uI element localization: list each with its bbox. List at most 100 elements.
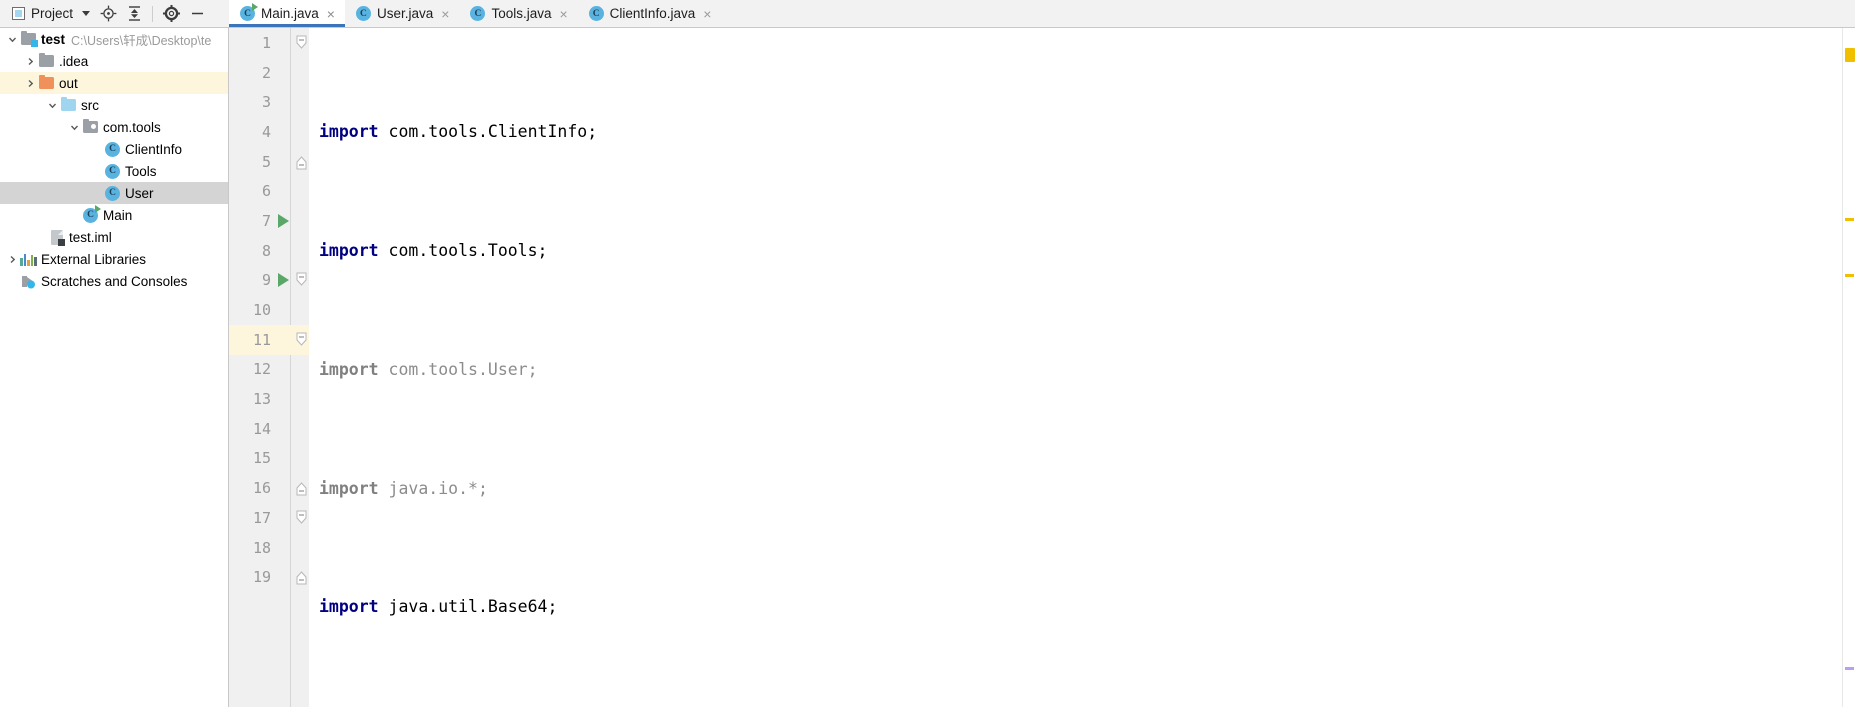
line-number: 5 bbox=[261, 152, 271, 171]
top-bar: Project C Main.java × C User.java × C To… bbox=[0, 0, 1855, 28]
chevron-down-icon[interactable] bbox=[66, 123, 82, 132]
collapse-all-icon[interactable] bbox=[122, 2, 146, 26]
tree-item-label: Scratches and Consoles bbox=[41, 273, 188, 289]
code-line-3[interactable]: import com.tools.User; bbox=[319, 355, 1842, 385]
locate-icon[interactable] bbox=[96, 2, 120, 26]
settings-gear-icon[interactable] bbox=[159, 2, 183, 26]
keyword-import: import bbox=[319, 597, 379, 617]
tree-item-test[interactable]: test C:\Users\轩成\Desktop\te bbox=[0, 28, 228, 50]
tree-item-label: Main bbox=[103, 207, 133, 223]
chevron-right-icon[interactable] bbox=[22, 79, 38, 88]
tree-item-main[interactable]: C Main bbox=[0, 204, 228, 226]
tree-item-clientinfo[interactable]: C ClientInfo bbox=[0, 138, 228, 160]
java-class-icon: C bbox=[104, 141, 121, 157]
tree-item-user[interactable]: C User bbox=[0, 182, 228, 204]
tab-close-icon[interactable]: × bbox=[327, 7, 335, 21]
gutter-line-1: 1 bbox=[229, 28, 309, 58]
line-number: 17 bbox=[252, 508, 271, 527]
tree-item-external-libraries[interactable]: External Libraries bbox=[0, 248, 228, 270]
code-text: java.io.*; bbox=[378, 478, 488, 498]
fold-region-end-icon[interactable] bbox=[293, 272, 309, 288]
code-line-5[interactable]: import java.util.Base64; bbox=[319, 592, 1842, 622]
warning-marker[interactable] bbox=[1845, 274, 1854, 277]
gutter-line-4: 4 bbox=[229, 117, 309, 147]
tab-label: Main.java bbox=[261, 6, 319, 21]
fold-region-end-icon[interactable] bbox=[293, 35, 309, 51]
tab-close-icon[interactable]: × bbox=[441, 7, 449, 21]
line-number: 12 bbox=[252, 360, 271, 379]
package-icon bbox=[82, 118, 99, 133]
java-class-icon: C bbox=[588, 6, 604, 21]
tab-user-java[interactable]: C User.java × bbox=[345, 0, 459, 27]
hide-tool-window-icon[interactable] bbox=[185, 2, 209, 26]
tree-item-test-iml[interactable]: test.iml bbox=[0, 226, 228, 248]
java-class-run-icon: C bbox=[240, 3, 258, 21]
tab-close-icon[interactable]: × bbox=[703, 7, 711, 21]
chevron-down-icon[interactable] bbox=[82, 11, 91, 16]
code-text-area[interactable]: import com.tools.ClientInfo; import com.… bbox=[309, 28, 1842, 707]
tab-tools-java[interactable]: C Tools.java × bbox=[459, 0, 577, 27]
gutter-line-6: 6 bbox=[229, 176, 309, 206]
gutter-line-3: 3 bbox=[229, 87, 309, 117]
tree-item-com-tools[interactable]: com.tools bbox=[0, 116, 228, 138]
project-tool-window-header: Project bbox=[0, 0, 229, 27]
line-number: 18 bbox=[252, 538, 271, 557]
run-icon bbox=[277, 273, 289, 288]
line-number: 8 bbox=[261, 241, 271, 260]
code-line-2[interactable]: import com.tools.Tools; bbox=[319, 236, 1842, 266]
scroll-thumb[interactable] bbox=[1845, 48, 1855, 62]
run-method-button[interactable] bbox=[273, 273, 293, 288]
fold-region-end-icon[interactable] bbox=[293, 510, 309, 526]
tree-item-src[interactable]: src bbox=[0, 94, 228, 116]
tree-item-label: External Libraries bbox=[41, 251, 147, 267]
tab-label: User.java bbox=[376, 6, 434, 21]
gutter-line-8: 8 bbox=[229, 236, 309, 266]
gutter-line-9: 9 bbox=[229, 266, 309, 296]
line-number: 7 bbox=[261, 211, 271, 230]
gutter-line-16: 16 bbox=[229, 473, 309, 503]
fold-region-end-icon[interactable] bbox=[293, 332, 309, 348]
project-view-selector[interactable]: Project bbox=[8, 4, 94, 23]
line-number: 6 bbox=[261, 182, 271, 201]
tab-main-java[interactable]: C Main.java × bbox=[229, 0, 345, 27]
tree-item-scratches-and-consoles[interactable]: Scratches and Consoles bbox=[0, 270, 228, 292]
project-tree[interactable]: test C:\Users\轩成\Desktop\te .idea out sr… bbox=[0, 28, 229, 707]
iml-file-icon bbox=[48, 229, 65, 246]
gutter-line-13: 13 bbox=[229, 384, 309, 414]
tree-item-label: test.iml bbox=[69, 229, 112, 245]
java-class-icon: C bbox=[104, 185, 121, 201]
fold-region-end-icon[interactable] bbox=[293, 569, 309, 585]
fold-region-end-icon[interactable] bbox=[293, 154, 309, 170]
code-text: com.tools.ClientInfo; bbox=[378, 122, 598, 142]
tree-item-idea[interactable]: .idea bbox=[0, 50, 228, 72]
chevron-down-icon[interactable] bbox=[4, 35, 20, 44]
chevron-right-icon[interactable] bbox=[4, 255, 20, 264]
gutter-line-2: 2 bbox=[229, 58, 309, 88]
tree-item-tools[interactable]: C Tools bbox=[0, 160, 228, 182]
line-number: 16 bbox=[252, 479, 271, 498]
gutter-line-7: 7 bbox=[229, 206, 309, 236]
info-marker[interactable] bbox=[1845, 667, 1854, 670]
tree-item-out[interactable]: out bbox=[0, 72, 228, 94]
warning-marker[interactable] bbox=[1845, 218, 1854, 221]
editor-scrollbar-markers[interactable] bbox=[1842, 28, 1855, 707]
chevron-right-icon[interactable] bbox=[22, 57, 38, 66]
tree-item-label: src bbox=[81, 97, 99, 113]
code-line-1[interactable]: import com.tools.ClientInfo; bbox=[319, 117, 1842, 147]
code-editor[interactable]: 1 2 3 4 5 6 7 8 9 10 11 12 13 14 15 16 1… bbox=[229, 28, 1855, 707]
tab-clientinfo-java[interactable]: C ClientInfo.java × bbox=[578, 0, 722, 27]
tab-close-icon[interactable]: × bbox=[559, 7, 567, 21]
gutter-line-17: 17 bbox=[229, 503, 309, 533]
chevron-down-icon[interactable] bbox=[44, 101, 60, 110]
line-number: 19 bbox=[252, 568, 271, 587]
editor-gutter[interactable]: 1 2 3 4 5 6 7 8 9 10 11 12 13 14 15 16 1… bbox=[229, 28, 309, 707]
project-folder-icon bbox=[20, 30, 38, 47]
libraries-icon bbox=[20, 253, 37, 266]
project-window-icon bbox=[12, 7, 25, 20]
line-number: 2 bbox=[261, 63, 271, 82]
run-class-button[interactable] bbox=[273, 213, 293, 228]
line-number: 4 bbox=[261, 122, 271, 141]
fold-region-end-icon[interactable] bbox=[293, 480, 309, 496]
tree-item-label: test bbox=[41, 31, 66, 47]
code-line-4[interactable]: import java.io.*; bbox=[319, 474, 1842, 504]
